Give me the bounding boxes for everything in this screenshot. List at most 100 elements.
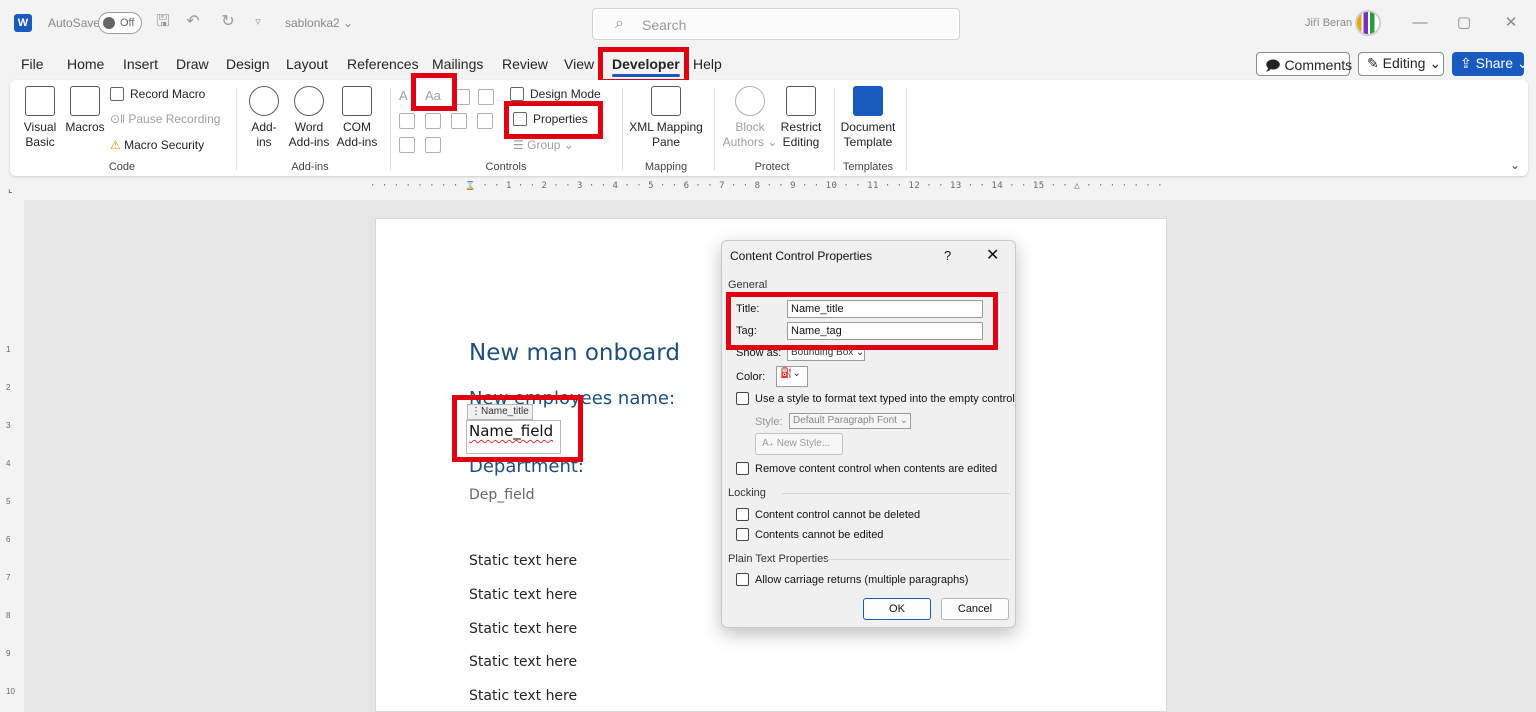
restore-icon[interactable]: ▢ — [1450, 10, 1478, 36]
addins-label-1: Add- — [251, 120, 277, 134]
design-mode-button[interactable]: Design Mode — [510, 87, 601, 101]
tab-draw[interactable]: Draw — [176, 56, 209, 72]
tab-home[interactable]: Home — [67, 56, 104, 72]
static-text-line[interactable]: Static text here — [469, 621, 577, 637]
group-button[interactable]: ☰ Group ⌄ — [513, 138, 574, 152]
legacy-tools-icon[interactable] — [425, 137, 441, 153]
separator — [834, 88, 835, 170]
collapse-ribbon-icon[interactable]: ⌄ — [1510, 158, 1520, 172]
restrict-editing-label-1: Restrict — [780, 120, 822, 134]
design-mode-label: Design Mode — [530, 87, 601, 101]
autosave-toggle[interactable]: Off — [98, 12, 142, 34]
pencil-icon: ✎ — [1367, 55, 1379, 71]
new-style-button[interactable]: A₊ New Style... — [755, 433, 843, 455]
static-text-line[interactable]: Static text here — [469, 654, 577, 670]
share-button[interactable]: ⇪ Share ⌄ — [1452, 52, 1529, 76]
record-macro-label: Record Macro — [130, 87, 206, 101]
group-label-addins: Add-ins — [291, 161, 329, 173]
ok-button[interactable]: OK — [863, 598, 931, 620]
addins-button[interactable]: Add- ins — [244, 86, 284, 150]
general-section-label: General — [728, 279, 768, 291]
visual-basic-button[interactable]: Visual Basic — [20, 86, 60, 150]
dialog-title: Content Control Properties — [730, 249, 873, 263]
dropdown-control-icon[interactable] — [451, 113, 467, 129]
save-icon[interactable]: 🖫 — [153, 12, 173, 32]
document-heading[interactable]: New man onboard — [469, 340, 680, 366]
building-block-control-icon[interactable] — [478, 89, 494, 105]
minimize-icon[interactable]: — — [1406, 10, 1434, 36]
style-select[interactable]: Default Paragraph Font ⌄ — [789, 413, 911, 429]
ribbon: Visual Basic Macros Record Macro ⊙ǁ Paus… — [10, 80, 1528, 176]
group-label-templates: Templates — [842, 161, 894, 173]
tab-mailings[interactable]: Mailings — [432, 56, 483, 72]
editing-button[interactable]: ✎ Editing ⌄ — [1358, 52, 1444, 76]
visual-basic-icon — [25, 86, 55, 116]
remove-control-checkbox[interactable] — [736, 462, 749, 475]
redo-icon[interactable]: ↻ — [218, 12, 238, 32]
com-addins-button[interactable]: COM Add-ins — [334, 86, 380, 150]
document-template-label-2: Template — [843, 135, 893, 149]
tab-help[interactable]: Help — [693, 56, 722, 72]
restrict-editing-button[interactable]: Restrict Editing — [776, 86, 826, 150]
plain-text-section-label: Plain Text Properties — [728, 553, 829, 565]
visual-basic-label-2: Basic — [25, 135, 55, 149]
repeating-section-control-icon[interactable] — [399, 137, 415, 153]
customize-icon[interactable]: ▿ — [248, 12, 268, 32]
use-style-checkbox[interactable] — [736, 392, 749, 405]
close-icon[interactable]: ✕ — [986, 245, 999, 265]
undo-icon[interactable]: ↶ — [183, 12, 203, 32]
user-name: Jiří Beran — [1305, 17, 1353, 29]
divider — [826, 559, 1010, 560]
avatar[interactable] — [1355, 10, 1381, 36]
xml-mapping-pane-button[interactable]: XML Mapping Pane — [626, 86, 706, 150]
tab-view[interactable]: View — [564, 56, 594, 72]
macro-security-button[interactable]: ⚠ Macro Security — [110, 138, 204, 152]
word-addins-button[interactable]: Word Add-ins — [286, 86, 332, 150]
tab-layout[interactable]: Layout — [286, 56, 328, 72]
static-text-line[interactable]: Static text here — [469, 587, 577, 603]
horizontal-ruler[interactable]: · · · · · · · · ⌛ · · 1 · · 2 · · 3 · · … — [370, 181, 1170, 195]
static-text-line[interactable]: Static text here — [469, 688, 577, 704]
new-style-icon: A₊ — [762, 438, 774, 449]
vertical-ruler[interactable]: 1 2 3 4 5 6 7 8 9 10 — [6, 230, 18, 710]
help-icon[interactable]: ? — [944, 248, 951, 263]
department-field[interactable]: Dep_field — [469, 487, 535, 503]
title-bar: W AutoSave Off 🖫 ↶ ↻ ▿ sablonka2 ⌄ ⌕ Sea… — [0, 0, 1536, 46]
comments-button[interactable]: 🗩 Comments — [1256, 52, 1352, 76]
tab-insert[interactable]: Insert — [123, 56, 158, 72]
color-label: Color: — [736, 371, 766, 383]
date-picker-control-icon[interactable] — [477, 113, 493, 129]
static-text-line[interactable]: Static text here — [469, 553, 577, 569]
tab-references[interactable]: References — [347, 56, 419, 72]
block-authors-button[interactable]: Block Authors ⌄ — [722, 86, 778, 150]
cancel-button[interactable]: Cancel — [941, 598, 1009, 620]
word-addins-label-2: Add-ins — [288, 135, 330, 149]
color-picker[interactable]: ⛽⌄ — [776, 366, 808, 387]
allow-returns-checkbox[interactable] — [736, 573, 749, 586]
pause-recording-label: Pause Recording — [128, 112, 221, 126]
combo-box-control-icon[interactable] — [425, 113, 441, 129]
search-box[interactable]: ⌕ Search — [592, 8, 960, 40]
style-label: Style: — [755, 416, 783, 428]
cannot-delete-checkbox[interactable] — [736, 508, 749, 521]
document-name[interactable]: sablonka2 ⌄ — [285, 16, 353, 30]
xml-mapping-label-1: XML Mapping — [629, 120, 703, 134]
macro-security-label: Macro Security — [124, 138, 205, 152]
close-window-icon[interactable]: ✕ — [1497, 10, 1525, 36]
gear-icon — [294, 86, 324, 116]
tab-selector-icon[interactable]: ⌞ — [8, 184, 13, 195]
macros-button[interactable]: Macros — [64, 86, 106, 135]
restrict-editing-label-2: Editing — [782, 135, 820, 149]
tab-design[interactable]: Design — [226, 56, 270, 72]
rich-text-control-icon[interactable]: A — [399, 88, 408, 103]
document-template-button[interactable]: Document Template — [836, 86, 900, 150]
addins-icon — [249, 86, 279, 116]
tab-file[interactable]: File — [21, 56, 44, 72]
pause-recording-button[interactable]: ⊙ǁ Pause Recording — [110, 112, 220, 126]
record-macro-button[interactable]: Record Macro — [110, 87, 205, 101]
cannot-edit-checkbox[interactable] — [736, 528, 749, 541]
tab-review[interactable]: Review — [502, 56, 548, 72]
design-mode-icon — [510, 87, 524, 101]
cannot-edit-label: Contents cannot be edited — [755, 529, 884, 541]
checkbox-control-icon[interactable] — [399, 113, 415, 129]
